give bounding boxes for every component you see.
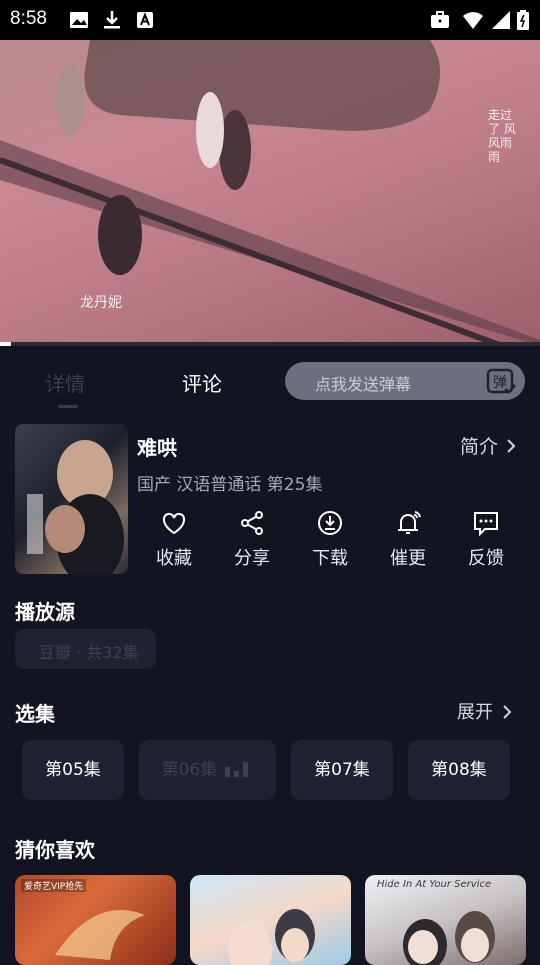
tab-comments[interactable]: 评论 [182,368,222,397]
recommend-title: 猜你喜欢 [15,838,95,862]
share-label: 分享 [234,548,270,569]
source-chip[interactable]: 豆瓣 · 共32集 [15,629,156,669]
show-poster[interactable] [15,424,128,574]
episode-label: 第05集 [45,760,101,780]
tab-indicator [58,405,78,408]
battery-icon [517,10,529,30]
episode-label: 第08集 [431,760,487,780]
wifi-icon [463,12,483,29]
show-meta: 国产 汉语普通话 第25集 [137,475,323,495]
tab-details[interactable]: 详情 [45,368,85,397]
share-button[interactable]: 分享 [222,508,282,570]
recommend-card[interactable]: 爱奇艺VIP抢先 [15,875,176,965]
urge-update-label: 催更 [390,548,426,569]
episode-label: 第06集 [161,760,218,780]
feedback-label: 反馈 [468,548,504,569]
recommend-tag: 爱奇艺VIP抢先 [21,879,87,892]
video-progress-fill [0,342,11,346]
share-icon [241,511,263,535]
chevron-right-icon [507,439,516,453]
episodes-title: 选集 [15,702,55,726]
accessibility-status-icon [137,12,153,28]
download-icon [318,511,342,535]
chevron-right-icon [503,705,512,719]
recommend-card[interactable]: Hide In At Your Service [365,875,526,965]
show-title: 难哄 [137,436,177,460]
expand-button[interactable]: 展开 [457,698,515,724]
status-time: 8:58 [10,8,47,29]
source-chip-label: 豆瓣 · 共32集 [39,643,139,662]
episode-label: 第07集 [314,760,370,780]
recommend-poster-art [228,909,315,965]
heart-icon [162,512,186,535]
download-label: 下载 [312,548,348,569]
artist-watermark: 龙丹妮 [80,295,122,311]
source-title: 播放源 [15,600,75,624]
expand-label: 展开 [457,702,493,723]
playing-bars-icon [225,762,249,777]
danmaku-toggle-icon[interactable]: 弹 [485,365,517,397]
danmaku-placeholder: 点我发送弹幕 [315,375,412,394]
favorite-label: 收藏 [156,548,192,569]
briefcase-icon [431,11,449,28]
download-status-icon [104,11,120,29]
video-progress-bar[interactable] [0,342,540,346]
recommend-card[interactable] [190,875,351,965]
episode-item[interactable]: 第07集 [291,740,393,800]
feedback-icon [474,512,498,537]
episode-item-current[interactable]: 第06集 [139,740,276,800]
recommend-tag: Hide In At Your Service [377,879,492,890]
video-player[interactable]: 龙丹妮 走过了 风风雨雨 [0,40,540,346]
poster-art [27,440,124,574]
favorite-button[interactable]: 收藏 [144,508,204,570]
urge-update-button[interactable]: 催更 [378,508,438,570]
bell-icon [398,511,421,534]
episode-item[interactable]: 第05集 [22,740,124,800]
intro-button[interactable]: 简介 [460,432,520,459]
intro-label: 简介 [459,436,498,458]
danmaku-input[interactable]: 点我发送弹幕 弹 [285,362,525,400]
status-bar: 8:58 [0,0,540,40]
episode-item[interactable]: 第08集 [408,740,510,800]
danmaku-icon-text: 弹 [493,375,507,391]
signal-icon [492,11,510,29]
gallery-icon [70,12,88,28]
download-button[interactable]: 下载 [300,508,360,570]
feedback-button[interactable]: 反馈 [456,508,516,570]
side-watermark: 走过了 风风雨雨 [488,108,516,164]
